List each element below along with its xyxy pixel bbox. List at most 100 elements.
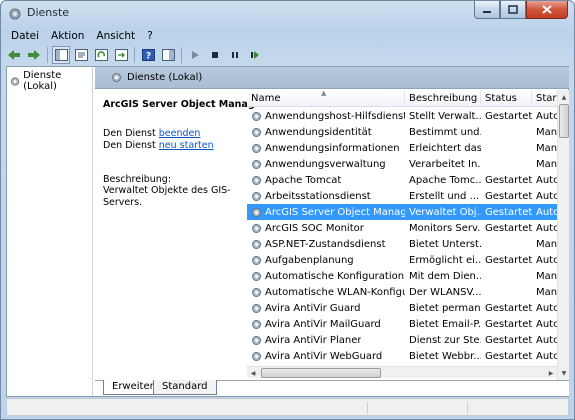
cell-starttype: Autor — [536, 222, 557, 234]
table-row[interactable]: Avira AntiVir WebGuard Bietet Webbr... Ges… — [247, 348, 557, 364]
table-row[interactable]: Anwendungsverwaltung Verarbeitet In... Man… — [247, 156, 557, 172]
stop-service-link[interactable]: beenden — [159, 128, 201, 139]
cell-starttype: Autor — [536, 174, 557, 186]
console-tree: Dienste (Lokal) — [7, 67, 93, 396]
minimize-button[interactable] — [474, 1, 500, 19]
table-row[interactable]: Apache Tomcat Apache Tomc... Gestartet Auto… — [247, 172, 557, 188]
help-icon: ? — [141, 49, 155, 62]
table-row[interactable]: Anwendungsinformationen Erleichtert das..… — [247, 140, 557, 156]
cell-description: Bietet Email-P... — [409, 318, 481, 330]
cell-starttype: Manu — [536, 126, 557, 138]
cell-starttype: Autor — [536, 302, 557, 314]
cell-starttype: Autor — [536, 110, 557, 122]
restart-service-button[interactable] — [246, 46, 264, 64]
help-button[interactable]: ? — [139, 46, 157, 64]
maximize-button[interactable] — [500, 1, 526, 19]
column-header-status[interactable]: Status — [481, 90, 532, 107]
services-rows: Anwendungshost-Hilfsdienst Stellt Verwalt… — [247, 108, 557, 364]
table-row[interactable]: Aufgabenplanung Ermöglicht ei... Gestartet… — [247, 252, 557, 268]
cell-description: Bietet perman... — [409, 302, 481, 314]
table-row[interactable]: Arbeitsstationsdienst Erstellt und ... Ges… — [247, 188, 557, 204]
scroll-left-icon[interactable]: ◀ — [247, 367, 259, 379]
cell-description: Erleichtert das... — [409, 142, 481, 154]
cell-name: Avira AntiVir MailGuard — [247, 319, 405, 330]
table-row[interactable]: Automatische Konfiguration (v... Mit dem … — [247, 268, 557, 284]
close-button[interactable] — [526, 1, 568, 19]
minimize-icon — [483, 10, 491, 13]
pause-service-button[interactable] — [226, 46, 244, 64]
forward-button[interactable] — [25, 46, 43, 64]
forward-icon — [28, 50, 40, 60]
cell-status: Gestartet — [485, 318, 532, 330]
column-header-name[interactable]: ▲ Name — [247, 90, 405, 107]
cell-name: ArcGIS SOC Monitor — [247, 223, 405, 234]
stop-service-button[interactable] — [206, 46, 224, 64]
table-row[interactable]: Automatische WLAN-Konfigura... Der WLANSV… — [247, 284, 557, 300]
cell-starttype: Autor — [536, 206, 557, 218]
menu-ansicht[interactable]: Ansicht — [90, 28, 141, 44]
show-tree-button[interactable] — [52, 46, 70, 64]
menu-help[interactable]: ? — [141, 28, 159, 44]
cell-description: Bestimmt und... — [409, 126, 481, 138]
show-action-pane-icon — [161, 49, 175, 61]
table-row[interactable]: Avira AntiVir MailGuard Bietet Email-P...… — [247, 316, 557, 332]
pause-icon — [232, 52, 238, 58]
table-row[interactable]: Avira AntiVir Planer Dienst zur Ste... Ges… — [247, 332, 557, 348]
title-bar[interactable]: Dienste — [1, 1, 574, 27]
service-gear-icon — [252, 303, 261, 313]
stop-service-line: Den Dienst beenden — [103, 128, 200, 139]
column-header-starttype[interactable]: Startt — [532, 90, 557, 107]
tree-item-services-local[interactable]: Dienste (Lokal) — [10, 70, 92, 92]
horizontal-scrollbar-thumb[interactable] — [261, 368, 381, 378]
table-row[interactable]: ArcGIS SOC Monitor Monitors Serv... Gestar… — [247, 220, 557, 236]
table-row[interactable]: ASP.NET-Zustandsdienst Bietet Unterst... M… — [247, 236, 557, 252]
export-button[interactable] — [112, 46, 130, 64]
cell-starttype: Autor — [536, 190, 557, 202]
cell-starttype: Autor — [536, 334, 557, 346]
cell-status: Gestartet — [485, 174, 532, 186]
table-row[interactable]: Anwendungshost-Hilfsdienst Stellt Verwalt… — [247, 108, 557, 124]
restart-service-line: Den Dienst neu starten — [103, 140, 214, 151]
refresh-button[interactable] — [92, 46, 110, 64]
cell-name: Automatische WLAN-Konfigura... — [247, 287, 405, 298]
service-gear-icon — [252, 127, 261, 137]
cell-name: ArcGIS Server Object Manager — [247, 207, 405, 218]
tab-standard[interactable]: Standard — [153, 380, 217, 395]
service-gear-icon — [252, 351, 261, 361]
cell-name: Automatische Konfiguration (v... — [247, 271, 405, 282]
tree-item-label: Dienste (Lokal) — [23, 70, 62, 92]
restart-service-link[interactable]: neu starten — [159, 140, 214, 151]
cell-description: Mit dem Dien... — [409, 270, 481, 282]
scroll-right-icon[interactable]: ▶ — [545, 367, 557, 379]
service-gear-icon — [252, 159, 261, 169]
table-row[interactable]: ArcGIS Server Object Manager Verwaltet Ob… — [247, 204, 557, 220]
back-button[interactable] — [5, 46, 23, 64]
cell-starttype: Autor — [536, 318, 557, 330]
properties-button[interactable] — [72, 46, 90, 64]
cell-name: Aufgabenplanung — [247, 255, 405, 266]
toolbar-separator — [47, 47, 48, 63]
description-text: Verwaltet Objekte des GIS-Servers. — [103, 185, 231, 208]
vertical-scrollbar[interactable]: ▲ ▼ — [557, 90, 569, 380]
list-header: ▲ Name Beschreibung Status Startt — [247, 90, 557, 107]
close-icon — [542, 5, 552, 14]
menu-datei[interactable]: Datei — [5, 28, 45, 44]
cell-description: Bietet Unterst... — [409, 238, 481, 250]
toolbar-separator — [181, 47, 182, 63]
table-row[interactable]: Avira AntiVir Guard Bietet perman... Gesta… — [247, 300, 557, 316]
table-row[interactable]: Anwendungsidentität Bestimmt und... Manu — [247, 124, 557, 140]
scroll-up-icon[interactable]: ▲ — [558, 90, 569, 104]
horizontal-scrollbar[interactable]: ◀ ▶ — [247, 366, 557, 378]
status-separator — [467, 402, 468, 414]
start-service-button[interactable] — [186, 46, 204, 64]
show-action-pane-button[interactable] — [159, 46, 177, 64]
service-gear-icon — [252, 287, 261, 297]
svg-text:?: ? — [145, 52, 150, 62]
column-header-description[interactable]: Beschreibung — [405, 90, 481, 107]
cell-description: Apache Tomc... — [409, 174, 481, 186]
menu-aktion[interactable]: Aktion — [45, 28, 90, 44]
scrollbar-thumb[interactable] — [559, 104, 569, 138]
service-gear-icon — [252, 239, 261, 249]
cell-status: Gestartet — [485, 302, 532, 314]
scroll-down-icon[interactable]: ▼ — [558, 366, 569, 380]
